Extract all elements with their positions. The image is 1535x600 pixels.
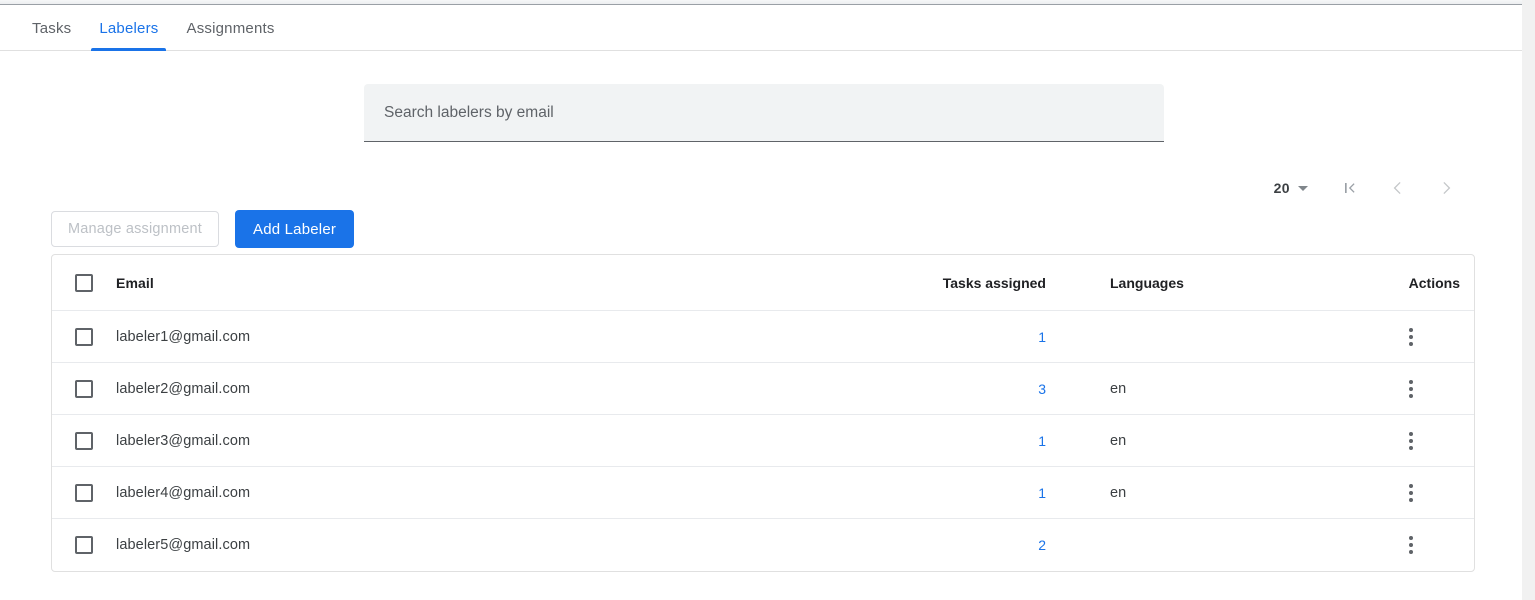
row-select-cell <box>52 380 116 398</box>
column-header-languages: Languages <box>1054 275 1354 291</box>
cell-languages: en <box>1054 381 1354 397</box>
tab-labelers[interactable]: Labelers <box>85 6 172 51</box>
cell-tasks-assigned[interactable]: 1 <box>894 329 1054 345</box>
paginator: 20 <box>1150 168 1470 208</box>
table-row[interactable]: labeler3@gmail.com 1 en <box>52 415 1474 467</box>
cell-actions <box>1354 475 1474 511</box>
more-vert-icon <box>1409 484 1413 488</box>
table-row[interactable]: labeler4@gmail.com 1 en <box>52 467 1474 519</box>
tab-assignments[interactable]: Assignments <box>172 6 288 51</box>
row-select-cell <box>52 432 116 450</box>
row-select-cell <box>52 328 116 346</box>
tasks-assigned-link[interactable]: 1 <box>1038 485 1046 501</box>
tab-labelers-label: Labelers <box>99 20 158 37</box>
row-checkbox[interactable] <box>75 432 93 450</box>
add-labeler-button[interactable]: Add Labeler <box>235 210 354 248</box>
row-checkbox[interactable] <box>75 536 93 554</box>
row-menu-button[interactable] <box>1393 423 1429 459</box>
chevron-left-icon <box>1388 178 1408 198</box>
row-menu-button[interactable] <box>1393 319 1429 355</box>
row-checkbox[interactable] <box>75 484 93 502</box>
window-top-strip <box>0 0 1535 5</box>
manage-assignment-button[interactable]: Manage assignment <box>51 211 219 247</box>
tasks-assigned-link[interactable]: 1 <box>1038 329 1046 345</box>
cell-tasks-assigned[interactable]: 1 <box>894 433 1054 449</box>
cell-tasks-assigned[interactable]: 1 <box>894 485 1054 501</box>
tasks-assigned-link[interactable]: 1 <box>1038 433 1046 449</box>
tasks-assigned-link[interactable]: 2 <box>1038 537 1046 553</box>
column-header-tasks-assigned: Tasks assigned <box>894 275 1054 291</box>
more-vert-icon <box>1409 536 1413 540</box>
next-page-button[interactable] <box>1422 168 1470 208</box>
more-vert-icon <box>1409 432 1413 436</box>
column-header-email: Email <box>116 275 894 291</box>
search-field[interactable] <box>364 84 1164 142</box>
cell-actions <box>1354 423 1474 459</box>
cell-languages: en <box>1054 433 1354 449</box>
tab-tasks-label: Tasks <box>32 20 71 37</box>
cell-email: labeler1@gmail.com <box>116 329 894 345</box>
table-row[interactable]: labeler1@gmail.com 1 <box>52 311 1474 363</box>
first-page-icon <box>1340 178 1360 198</box>
tasks-assigned-link[interactable]: 3 <box>1038 381 1046 397</box>
chevron-right-icon <box>1436 178 1456 198</box>
select-all-cell <box>52 274 116 292</box>
page-size-value: 20 <box>1274 180 1290 196</box>
row-select-cell <box>52 484 116 502</box>
cell-actions <box>1354 319 1474 355</box>
select-all-checkbox[interactable] <box>75 274 93 292</box>
previous-page-button[interactable] <box>1374 168 1422 208</box>
cell-tasks-assigned[interactable]: 2 <box>894 537 1054 553</box>
first-page-button[interactable] <box>1326 168 1374 208</box>
search-input[interactable] <box>382 103 1146 123</box>
row-menu-button[interactable] <box>1393 527 1429 563</box>
row-select-cell <box>52 536 116 554</box>
row-menu-button[interactable] <box>1393 475 1429 511</box>
row-checkbox[interactable] <box>75 380 93 398</box>
table-header-row: Email Tasks assigned Languages Actions <box>52 255 1474 311</box>
right-gutter <box>1522 0 1535 600</box>
cell-actions <box>1354 371 1474 407</box>
add-labeler-label: Add Labeler <box>253 221 336 238</box>
more-vert-icon <box>1409 380 1413 384</box>
toolbar: Manage assignment Add Labeler <box>51 210 354 248</box>
table-row[interactable]: labeler5@gmail.com 2 <box>52 519 1474 571</box>
tab-bar: Tasks Labelers Assignments <box>0 6 1535 51</box>
more-vert-icon <box>1409 328 1413 332</box>
cell-languages: en <box>1054 485 1354 501</box>
page-size-selector[interactable]: 20 <box>1274 180 1308 196</box>
cell-email: labeler5@gmail.com <box>116 537 894 553</box>
labelers-table: Email Tasks assigned Languages Actions l… <box>51 254 1475 572</box>
row-checkbox[interactable] <box>75 328 93 346</box>
table-row[interactable]: labeler2@gmail.com 3 en <box>52 363 1474 415</box>
manage-assignment-label: Manage assignment <box>68 221 202 237</box>
cell-tasks-assigned[interactable]: 3 <box>894 381 1054 397</box>
cell-email: labeler2@gmail.com <box>116 381 894 397</box>
cell-email: labeler4@gmail.com <box>116 485 894 501</box>
column-header-actions: Actions <box>1354 275 1474 291</box>
tab-assignments-label: Assignments <box>186 20 274 37</box>
row-menu-button[interactable] <box>1393 371 1429 407</box>
tab-tasks[interactable]: Tasks <box>18 6 85 51</box>
cell-email: labeler3@gmail.com <box>116 433 894 449</box>
content-area: 20 Manage ass <box>0 52 1522 600</box>
cell-actions <box>1354 527 1474 563</box>
chevron-down-icon <box>1298 186 1308 191</box>
labelers-page: Tasks Labelers Assignments 20 <box>0 0 1535 600</box>
